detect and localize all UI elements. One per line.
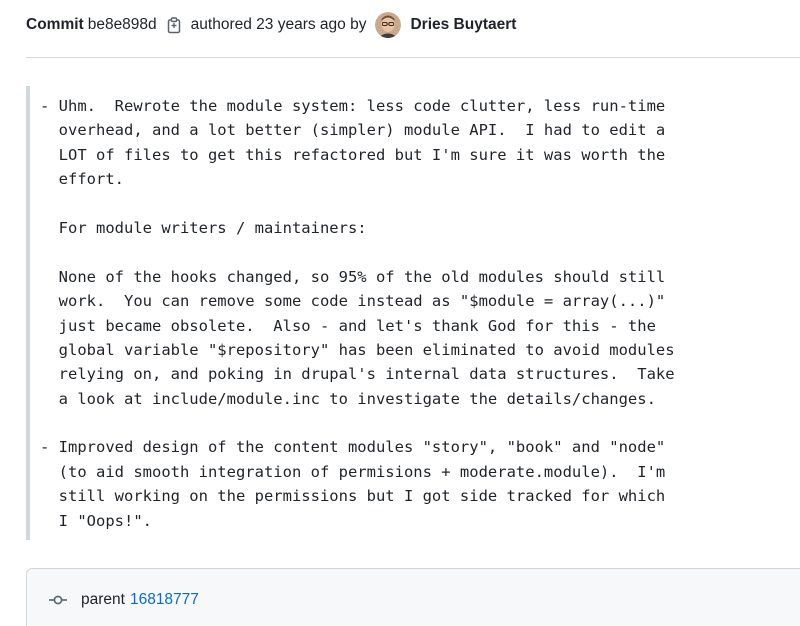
message-line (40, 240, 800, 264)
commit-sha: be8e898d (87, 16, 157, 33)
author-name-link[interactable]: Dries Buytaert (410, 16, 516, 34)
message-line (40, 411, 800, 435)
message-line: relying on, and poking in drupal's inter… (40, 365, 675, 384)
parents-panel: parent 16818777 (26, 568, 800, 626)
git-commit-icon (49, 593, 67, 607)
message-line: - Improved design of the content modules… (40, 438, 666, 457)
message-line: I "Oops!". (40, 511, 152, 530)
message-line: LOT of files to get this refactored but … (40, 145, 666, 164)
message-line: a look at include/module.inc to investig… (40, 389, 656, 408)
commit-header: Commit be8e898d authored 23 years ago by (26, 0, 516, 50)
commit-message: - Uhm. Rewrote the module system: less c… (26, 86, 800, 540)
commit-label: Commit (26, 16, 84, 33)
message-line: - Uhm. Rewrote the module system: less c… (40, 97, 666, 115)
message-line: global variable "$repository" has been e… (40, 340, 675, 359)
parent-label: parent (81, 591, 125, 608)
message-line: work. You can remove some code instead a… (40, 292, 666, 311)
message-line: just became obsolete. Also - and let's t… (40, 316, 656, 335)
commit-page: Commit be8e898d authored 23 years ago by (0, 0, 800, 626)
message-line: still working on the permissions but I g… (40, 487, 666, 506)
parent-row: parent 16818777 (49, 591, 199, 609)
avatar[interactable] (375, 12, 402, 38)
message-line: effort. (40, 170, 124, 189)
message-line (40, 192, 800, 216)
header-divider (26, 57, 800, 58)
authored-text: authored 23 years ago by (190, 16, 367, 33)
parent-sha-link[interactable]: 16818777 (130, 591, 199, 609)
message-line: (to aid smooth integration of permisions… (40, 462, 666, 481)
message-line: overhead, and a lot better (simpler) mod… (40, 121, 666, 140)
message-line: None of the hooks changed, so 95% of the… (40, 267, 666, 286)
copy-icon[interactable] (166, 16, 182, 34)
message-line: For module writers / maintainers: (40, 218, 367, 237)
